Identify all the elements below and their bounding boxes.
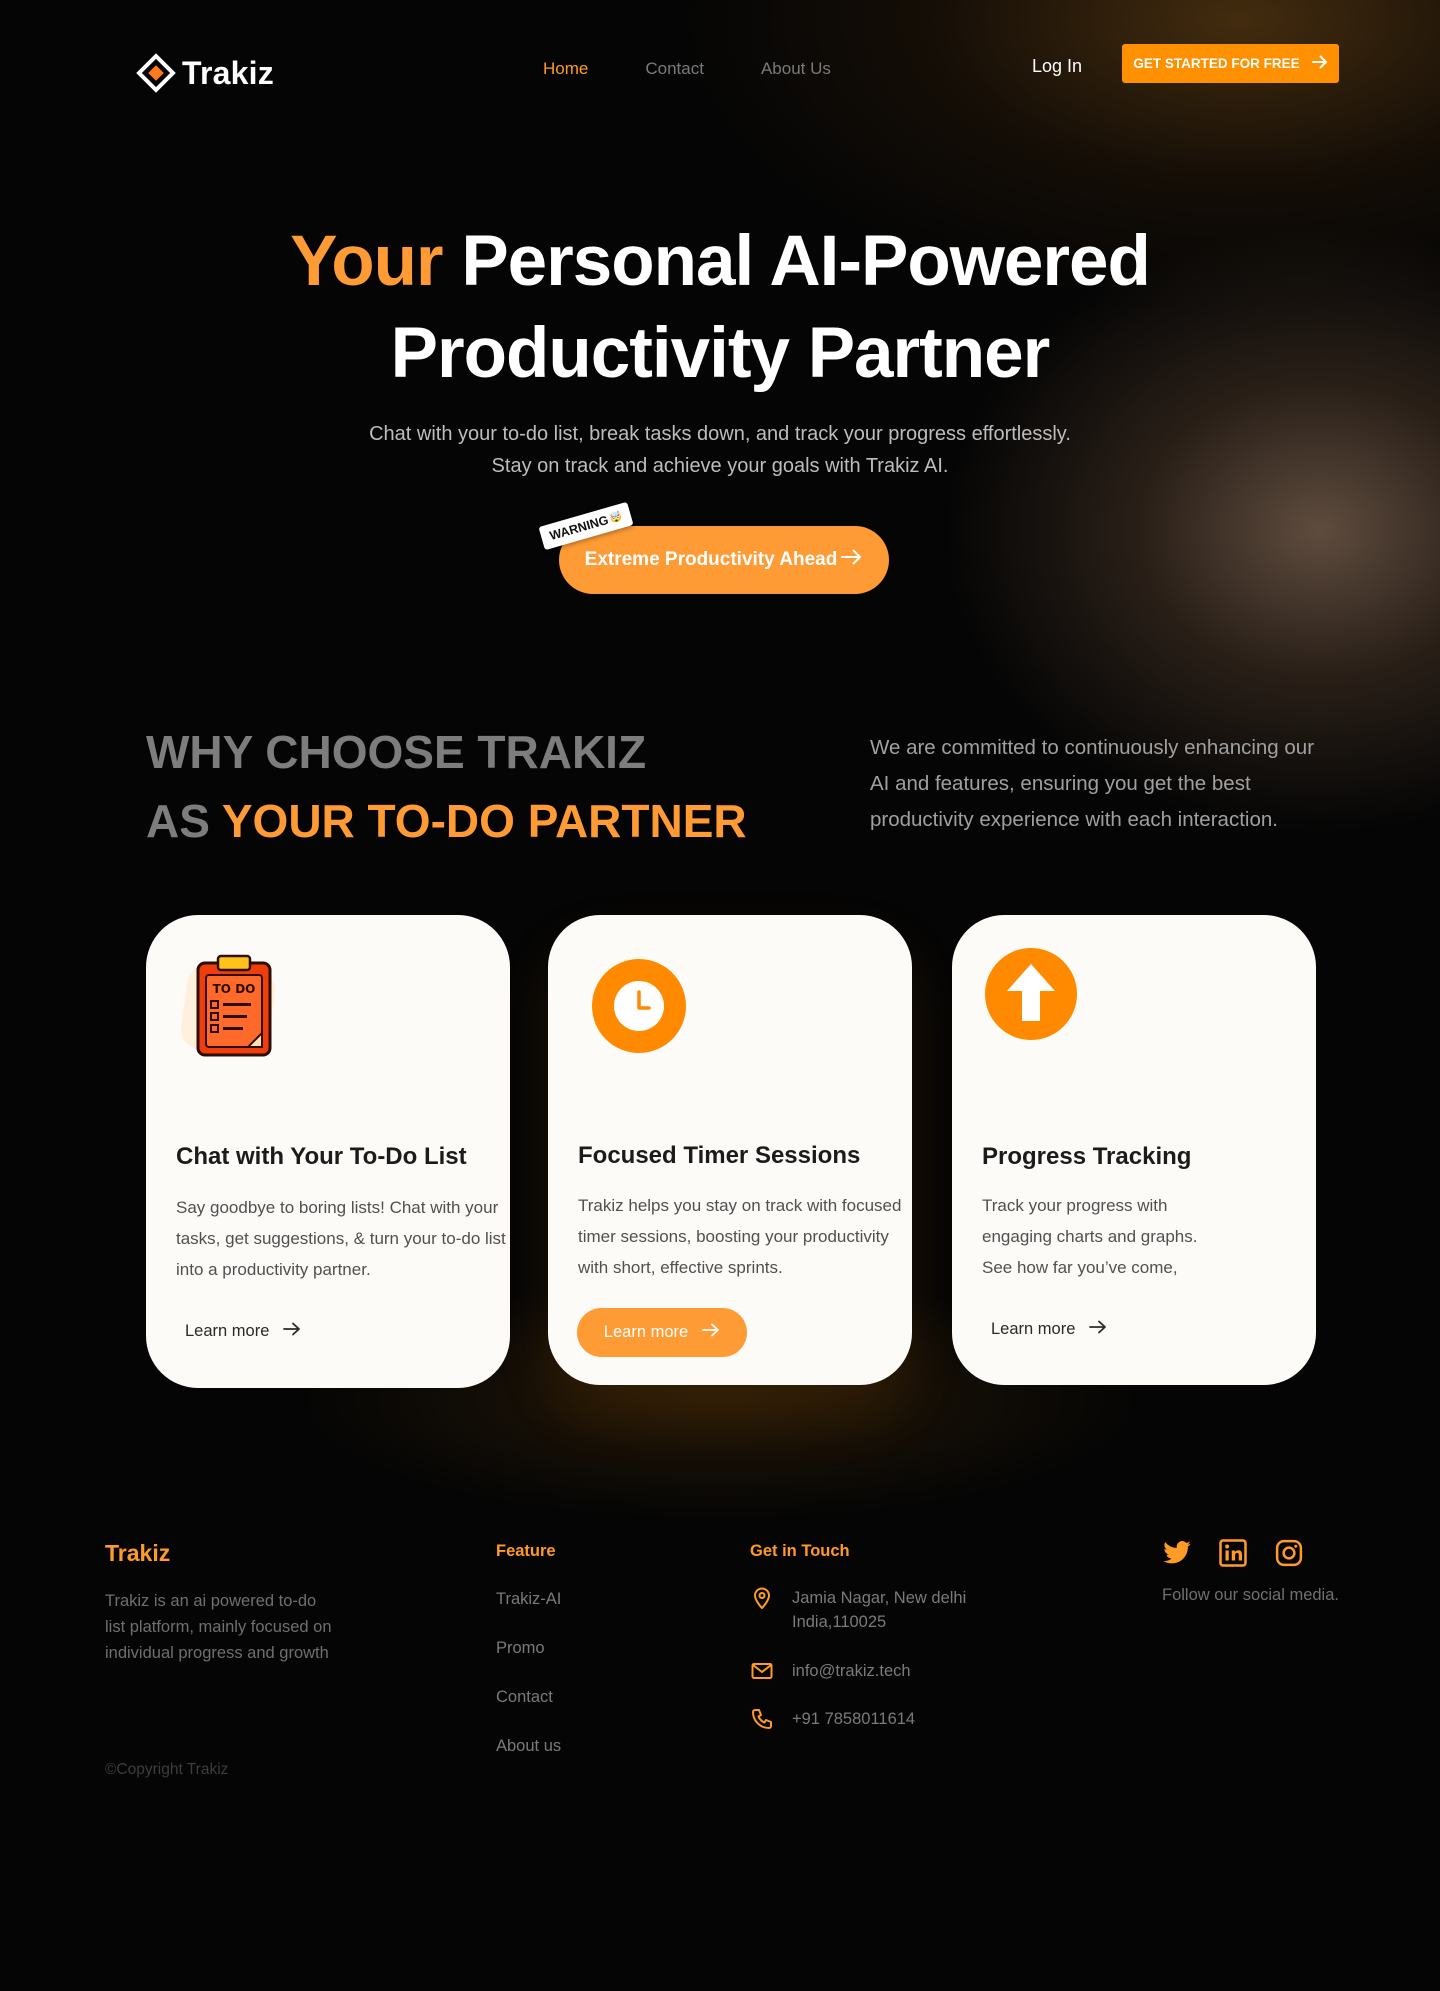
twitter-icon[interactable]	[1162, 1538, 1192, 1568]
nav-link-contact[interactable]: Contact	[645, 59, 704, 79]
nav-links: Home Contact About Us	[543, 59, 831, 79]
hero-subtitle-line2: Stay on track and achieve your goals wit…	[491, 455, 949, 477]
email-text: info@trakiz.tech	[792, 1662, 911, 1680]
diamond-logo-icon	[136, 53, 176, 93]
footer-copyright: ©Copyright Trakiz	[105, 1761, 229, 1778]
footer-link-promo[interactable]: Promo	[496, 1639, 545, 1658]
mail-icon	[750, 1659, 774, 1683]
hero-title: Your Personal AI-Powered Productivity Pa…	[0, 216, 1440, 400]
why-description: We are committed to continuously enhanci…	[870, 736, 1315, 831]
social-links	[1162, 1538, 1304, 1568]
footer-link-contact[interactable]: Contact	[496, 1688, 553, 1707]
card-body: Trakiz helps you stay on track with focu…	[578, 1196, 902, 1277]
arrow-up-circle-icon	[984, 947, 1078, 1046]
phone-icon	[750, 1707, 774, 1731]
address-line1: Jamia Nagar, New delhi	[792, 1589, 967, 1607]
hero-subtitle-line1: Chat with your to-do list, break tasks d…	[369, 423, 1071, 445]
instagram-icon[interactable]	[1274, 1538, 1304, 1568]
clipboard-label: TO DO	[213, 982, 256, 996]
learn-more-button[interactable]: Learn more	[577, 1308, 747, 1357]
feature-card-progress: Progress Tracking Track your progress wi…	[952, 915, 1316, 1385]
extreme-productivity-button[interactable]: Extreme Productivity Ahead	[559, 526, 889, 594]
footer-contact-heading: Get in Touch	[750, 1542, 850, 1560]
phone-text: +91 7858011614	[792, 1710, 916, 1728]
login-link[interactable]: Log In	[1032, 56, 1082, 77]
learn-more-label: Learn more	[603, 1323, 689, 1341]
arrow-right-icon	[283, 1322, 301, 1341]
learn-more-link[interactable]: Learn more	[991, 1320, 1107, 1339]
hero-title-accent: Your	[290, 222, 443, 301]
footer-feature-heading: Feature	[496, 1542, 556, 1560]
clock-icon	[592, 959, 686, 1058]
brand-logo[interactable]: Trakiz	[136, 53, 274, 93]
why-title-prefix: AS	[146, 795, 210, 847]
address-line2: India,110025	[792, 1613, 887, 1631]
feature-card-timer: Focused Timer Sessions Trakiz helps you …	[548, 915, 912, 1385]
hero-button-label: Extreme Productivity Ahead	[584, 549, 838, 570]
arrow-right-icon	[1089, 1320, 1107, 1339]
footer-brand[interactable]: Trakiz	[105, 1540, 170, 1567]
learn-more-link[interactable]: Learn more	[185, 1322, 301, 1341]
learn-more-label: Learn more	[185, 1322, 270, 1340]
why-title-accent: YOUR TO-DO PARTNER	[221, 795, 747, 847]
brand-name: Trakiz	[182, 54, 274, 91]
arrow-right-icon	[702, 1323, 720, 1342]
why-choose-heading: WHY CHOOSE TRAKIZ AS YOUR TO-DO PARTNER	[146, 718, 747, 856]
hero-subtitle: Chat with your to-do list, break tasks d…	[0, 418, 1440, 482]
feature-card-chat: TO DO Chat with Your To-Do List Say good…	[146, 915, 510, 1388]
card-title: Progress Tracking	[982, 1143, 1192, 1170]
footer-address: Jamia Nagar, New delhi India,110025	[750, 1586, 966, 1634]
hero-title-line1: Personal AI-Powered	[461, 222, 1151, 301]
top-navbar: Trakiz Home Contact About Us Log In GET …	[0, 0, 1440, 140]
card-body: Say goodbye to boring lists! Chat with y…	[176, 1198, 506, 1279]
nav-link-about[interactable]: About Us	[761, 59, 831, 79]
card-title: Chat with Your To-Do List	[176, 1143, 467, 1170]
why-title-line1: WHY CHOOSE TRAKIZ	[146, 726, 647, 778]
footer-phone[interactable]: +91 7858011614	[750, 1707, 915, 1731]
footer-email[interactable]: info@trakiz.tech	[750, 1659, 911, 1683]
card-title: Focused Timer Sessions	[578, 1142, 861, 1169]
card-body: Track your progress with engaging charts…	[982, 1196, 1198, 1277]
nav-link-home[interactable]: Home	[543, 59, 588, 79]
location-pin-icon	[750, 1586, 774, 1610]
footer-link-trakiz-ai[interactable]: Trakiz-AI	[496, 1590, 561, 1609]
footer-follow-text: Follow our social media.	[1162, 1586, 1339, 1604]
todo-clipboard-icon: TO DO	[178, 953, 278, 1068]
get-started-button[interactable]: GET STARTED FOR FREE	[1122, 44, 1339, 83]
arrow-right-icon	[1311, 55, 1328, 72]
footer-link-about[interactable]: About us	[496, 1737, 561, 1756]
hero-title-line2: Productivity Partner	[390, 314, 1051, 393]
get-started-label: GET STARTED FOR FREE	[1133, 56, 1300, 71]
linkedin-icon[interactable]	[1218, 1538, 1248, 1568]
arrow-right-icon	[841, 549, 863, 571]
learn-more-label: Learn more	[991, 1320, 1076, 1338]
mind-blown-emoji-icon: 🤯	[608, 510, 624, 525]
footer-description: Trakiz is an ai powered to-do list platf…	[105, 1592, 332, 1662]
